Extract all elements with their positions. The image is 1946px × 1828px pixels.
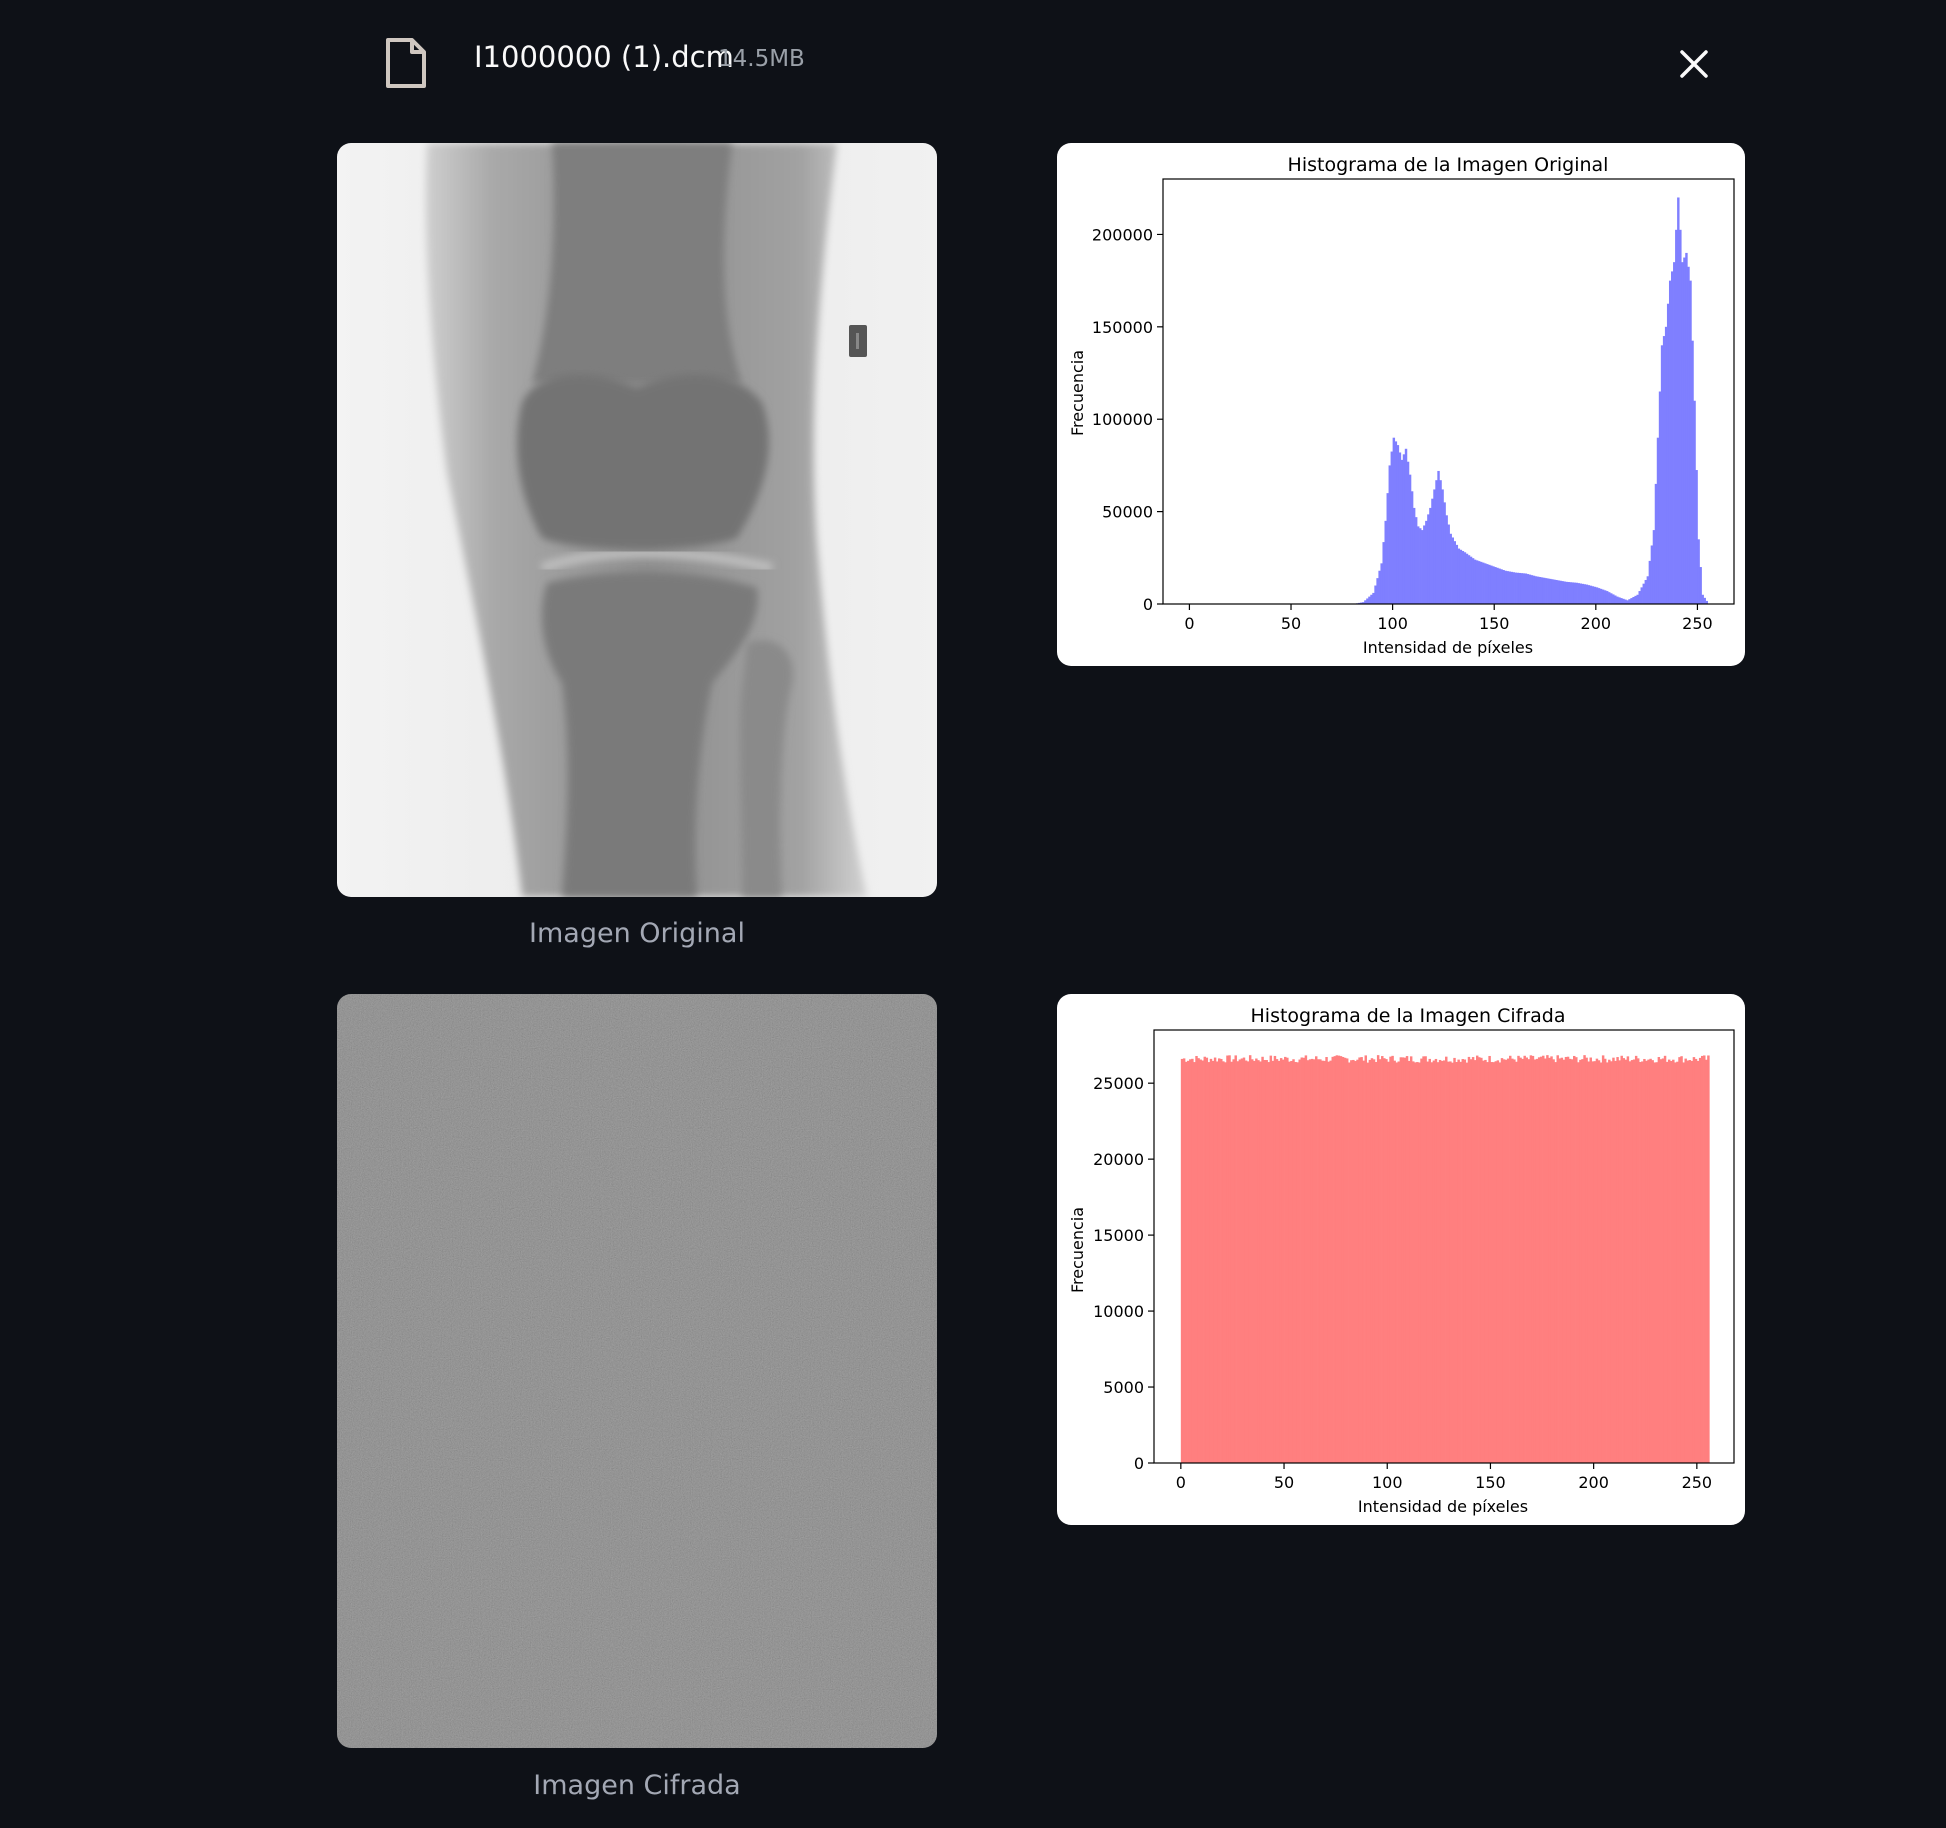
x-tick-label: 250 [1682, 614, 1713, 633]
x-tick-label: 0 [1176, 1473, 1186, 1492]
x-axis-label: Intensidad de píxeles [1363, 638, 1533, 657]
x-axis-label: Intensidad de píxeles [1358, 1497, 1528, 1516]
x-tick-label: 100 [1377, 614, 1408, 633]
x-tick-label: 0 [1184, 614, 1194, 633]
file-name: I1000000 (1).dcm [474, 40, 734, 74]
x-tick-label: 250 [1682, 1473, 1713, 1492]
y-tick-label: 10000 [1093, 1302, 1144, 1321]
original-image [337, 143, 937, 897]
x-tick-label: 100 [1372, 1473, 1403, 1492]
y-tick-label: 25000 [1093, 1074, 1144, 1093]
y-axis-label: Frecuencia [1068, 1207, 1087, 1293]
y-tick-label: 150000 [1092, 318, 1153, 337]
y-axis-label: Frecuencia [1068, 350, 1087, 436]
close-icon[interactable] [1672, 42, 1716, 86]
y-tick-label: 50000 [1102, 503, 1153, 522]
y-tick-label: 15000 [1093, 1226, 1144, 1245]
x-tick-label: 200 [1578, 1473, 1609, 1492]
chart-title: Histograma de la Imagen Original [1288, 154, 1609, 176]
encrypted-image-caption: Imagen Cifrada [533, 1770, 741, 1801]
chart-title: Histograma de la Imagen Cifrada [1251, 1005, 1566, 1027]
x-tick-label: 150 [1475, 1473, 1506, 1492]
file-size: 14.5MB [718, 46, 805, 72]
x-tick-label: 50 [1274, 1473, 1294, 1492]
file-icon [386, 38, 426, 88]
file-header: I1000000 (1).dcm 14.5MB [0, 0, 1946, 130]
original-image-caption: Imagen Original [529, 918, 745, 949]
y-tick-label: 5000 [1103, 1378, 1144, 1397]
y-tick-label: 0 [1134, 1454, 1144, 1473]
x-tick-label: 50 [1281, 614, 1301, 633]
encrypted-image [337, 994, 937, 1748]
histogram-bar [1707, 1055, 1710, 1463]
y-tick-label: 0 [1143, 595, 1153, 614]
x-tick-label: 200 [1581, 614, 1612, 633]
y-tick-label: 100000 [1092, 410, 1153, 429]
x-tick-label: 150 [1479, 614, 1510, 633]
histogram-encrypted-card: Histograma de la Imagen Cifrada Intensid… [1057, 994, 1745, 1525]
histogram-original-chart: Histograma de la Imagen Original Intensi… [1068, 154, 1735, 657]
histogram-original-card: Histograma de la Imagen Original Intensi… [1057, 143, 1745, 666]
histogram-encrypted-chart: Histograma de la Imagen Cifrada Intensid… [1068, 1005, 1735, 1516]
y-tick-label: 200000 [1092, 225, 1153, 244]
y-tick-label: 20000 [1093, 1150, 1144, 1169]
